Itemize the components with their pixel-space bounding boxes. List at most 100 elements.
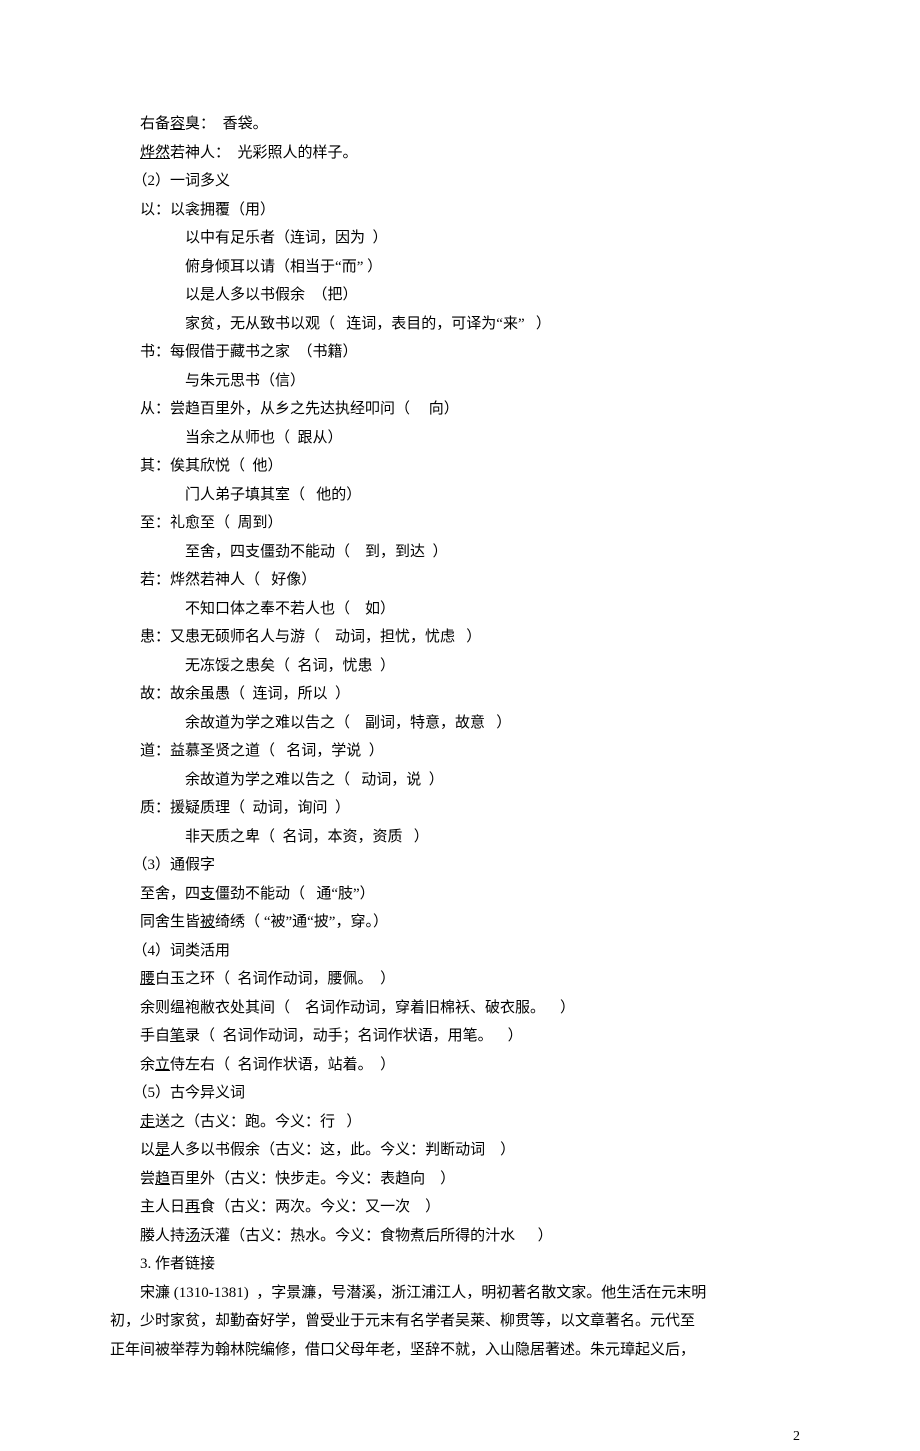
text: “被”通“披” bbox=[260, 914, 335, 930]
text-line: 从：尝趋百里外，从乡之先达执经叩问（ 向） bbox=[110, 395, 810, 424]
text: 名词作动词，穿着旧棉袄、破衣服。 bbox=[290, 1000, 545, 1016]
text: （5）古今异义词 bbox=[140, 1085, 245, 1101]
text: 香袋。 bbox=[215, 116, 268, 132]
text: （古义：两次。今义：又一次 bbox=[215, 1199, 410, 1215]
text-line: 书：每假借于藏书之家 （书籍） bbox=[110, 338, 810, 367]
text-line: 无冻馁之患矣（ 名词，忧患 ） bbox=[110, 652, 810, 681]
text: 如） bbox=[350, 601, 395, 617]
underlined-text: 走 bbox=[140, 1114, 155, 1130]
text-line: 其：俟其欣悦（ 他） bbox=[110, 452, 810, 481]
text: 沃灌 bbox=[200, 1228, 230, 1244]
text: ） bbox=[373, 971, 396, 987]
text-line: 故：故余虽愚（ 连词，所以 ） bbox=[110, 680, 810, 709]
text: 名词作状语，站着。 bbox=[230, 1057, 373, 1073]
text: 俯身倾耳以请 bbox=[185, 259, 275, 275]
text: 动词，担忧，忧虑 bbox=[320, 629, 455, 645]
text: ） bbox=[335, 1114, 361, 1130]
text: （2）一词多义 bbox=[140, 173, 230, 189]
text-line: 烨然若神人： 光彩照人的样子。 bbox=[110, 139, 810, 168]
text: 僵劲不能动（ bbox=[215, 886, 305, 902]
text: ） bbox=[421, 772, 444, 788]
text-line: 与朱元思书（信） bbox=[110, 367, 810, 396]
text: 白玉之环（ bbox=[155, 971, 230, 987]
text: 连词，所以 ） bbox=[245, 686, 350, 702]
text-line: 正年间被举荐为翰林院编修，借口父母年老，坚辞不就，入山隐居著述。朱元璋起义后， bbox=[110, 1336, 810, 1365]
text: 动词，询问 bbox=[245, 800, 328, 816]
text: 录（ bbox=[185, 1028, 215, 1044]
text: 初，少时家贫，却勤奋好学，曾受业于元末有名学者吴莱、柳贯等，以文章著名。元代至 bbox=[110, 1313, 695, 1329]
text-line: 至舍，四支僵劲不能动（ 通“肢”） bbox=[110, 880, 810, 909]
text-line: （5）古今异义词 bbox=[110, 1079, 810, 1108]
underlined-text: 是 bbox=[155, 1142, 170, 1158]
text: 名词，忧患 ） bbox=[290, 658, 395, 674]
text-line: 余立侍左右（ 名词作状语，站着。 ） bbox=[110, 1051, 810, 1080]
text: ） bbox=[485, 715, 511, 731]
text: 跟从） bbox=[290, 430, 343, 446]
text: ） bbox=[363, 259, 382, 275]
text-line: 右备容臭： 香袋。 bbox=[110, 110, 810, 139]
text: 余故道为学之难以告之（ bbox=[185, 715, 350, 731]
text: （3）通假字 bbox=[140, 857, 215, 873]
text: 光彩照人的样子。 bbox=[230, 145, 358, 161]
text-line: 道：益慕圣贤之道（ 名词，学说 ） bbox=[110, 737, 810, 766]
text: 人多以书假余 bbox=[170, 1142, 260, 1158]
text: ） bbox=[425, 1171, 455, 1187]
text-line: 余故道为学之难以告之（ 副词，特意，故意 ） bbox=[110, 709, 810, 738]
text: 非天质之卑（ bbox=[185, 829, 275, 845]
text: 绮绣（ bbox=[215, 914, 260, 930]
text: 周到） bbox=[230, 515, 283, 531]
text: 百里外 bbox=[170, 1171, 215, 1187]
text-line: 余故道为学之难以告之（ 动词，说 ） bbox=[110, 766, 810, 795]
text: （古义：热水。今义：食物煮后所得的汁水 bbox=[230, 1228, 515, 1244]
text-line: 初，少时家贫，却勤奋好学，曾受业于元末有名学者吴莱、柳贯等，以文章著名。元代至 bbox=[110, 1307, 810, 1336]
text-line: 同舍生皆被绮绣（ “被”通“披”，穿。） bbox=[110, 908, 810, 937]
underlined-text: 笔 bbox=[170, 1028, 185, 1044]
text: 不知口体之奉不若人也（ bbox=[185, 601, 350, 617]
text-line: 尝趋百里外（古义：快步走。今义：表趋向 ） bbox=[110, 1165, 810, 1194]
text: 侍左右（ bbox=[170, 1057, 230, 1073]
text: ） bbox=[515, 1228, 553, 1244]
underlined-text: 汤 bbox=[185, 1228, 200, 1244]
underlined-text: 烨然 bbox=[140, 145, 170, 161]
text: 家贫，无从致书以观（ bbox=[185, 316, 335, 332]
underlined-text: 被 bbox=[200, 914, 215, 930]
text: 余故道为学之难以告之（ bbox=[185, 772, 350, 788]
text: （信） bbox=[260, 373, 305, 389]
text: 正年间被举荐为翰林院编修，借口父母年老，坚辞不就，入山隐居著述。朱元璋起义后， bbox=[110, 1342, 695, 1358]
text-line: 以是人多以书假余（古义：这，此。今义：判断动词 ） bbox=[110, 1136, 810, 1165]
underlined-text: 容 bbox=[170, 116, 185, 132]
text: 门人弟子填其室（ bbox=[185, 487, 305, 503]
text: 他） bbox=[245, 458, 283, 474]
text-line: 非天质之卑（ 名词，本资，资质 ） bbox=[110, 823, 810, 852]
text: （连词，因为 ） bbox=[275, 230, 388, 246]
text: ） bbox=[410, 1199, 440, 1215]
text: （相当于“而” bbox=[275, 259, 363, 275]
text: 书：每假借于藏书之家 bbox=[140, 344, 290, 360]
text: 至：礼愈至（ bbox=[140, 515, 230, 531]
text: 余则缊袍敝衣处其间（ bbox=[140, 1000, 290, 1016]
text: （古义：跑。今义：行 bbox=[185, 1114, 335, 1130]
text: （把） bbox=[305, 287, 358, 303]
text: 好像） bbox=[260, 572, 316, 588]
page-number: 2 bbox=[0, 1394, 920, 1451]
text: 与朱元思书 bbox=[185, 373, 260, 389]
underlined-text: 趋 bbox=[155, 1171, 170, 1187]
text-line: 以：以衾拥覆（用） bbox=[110, 196, 810, 225]
text: 名词，本资，资质 bbox=[275, 829, 403, 845]
text: 宋濂 (1310-1381) ，字景濂，号潜溪，浙江浦江人，明初著名散文家。他生… bbox=[140, 1285, 706, 1301]
text-line: 当余之从师也（ 跟从） bbox=[110, 424, 810, 453]
text: 向） bbox=[410, 401, 459, 417]
text-line: 以是人多以书假余 （把） bbox=[110, 281, 810, 310]
underlined-text: 立 bbox=[155, 1057, 170, 1073]
underlined-text: 腰 bbox=[140, 971, 155, 987]
text-line: 质：援疑质理（ 动词，询问 ） bbox=[110, 794, 810, 823]
text: 食 bbox=[200, 1199, 215, 1215]
text-line: 手自笔录（ 名词作动词，动手；名词作状语，用笔。 ） bbox=[110, 1022, 810, 1051]
text-line: 至舍，四支僵劲不能动（ 到，到达 ） bbox=[110, 538, 810, 567]
text-line: 余则缊袍敝衣处其间（ 名词作动词，穿着旧棉袄、破衣服。 ） bbox=[110, 994, 810, 1023]
text: 通“肢”） bbox=[305, 886, 375, 902]
text: ） bbox=[525, 316, 551, 332]
text: 余 bbox=[140, 1057, 155, 1073]
text: 他的） bbox=[305, 487, 361, 503]
text: （书籍） bbox=[290, 344, 358, 360]
